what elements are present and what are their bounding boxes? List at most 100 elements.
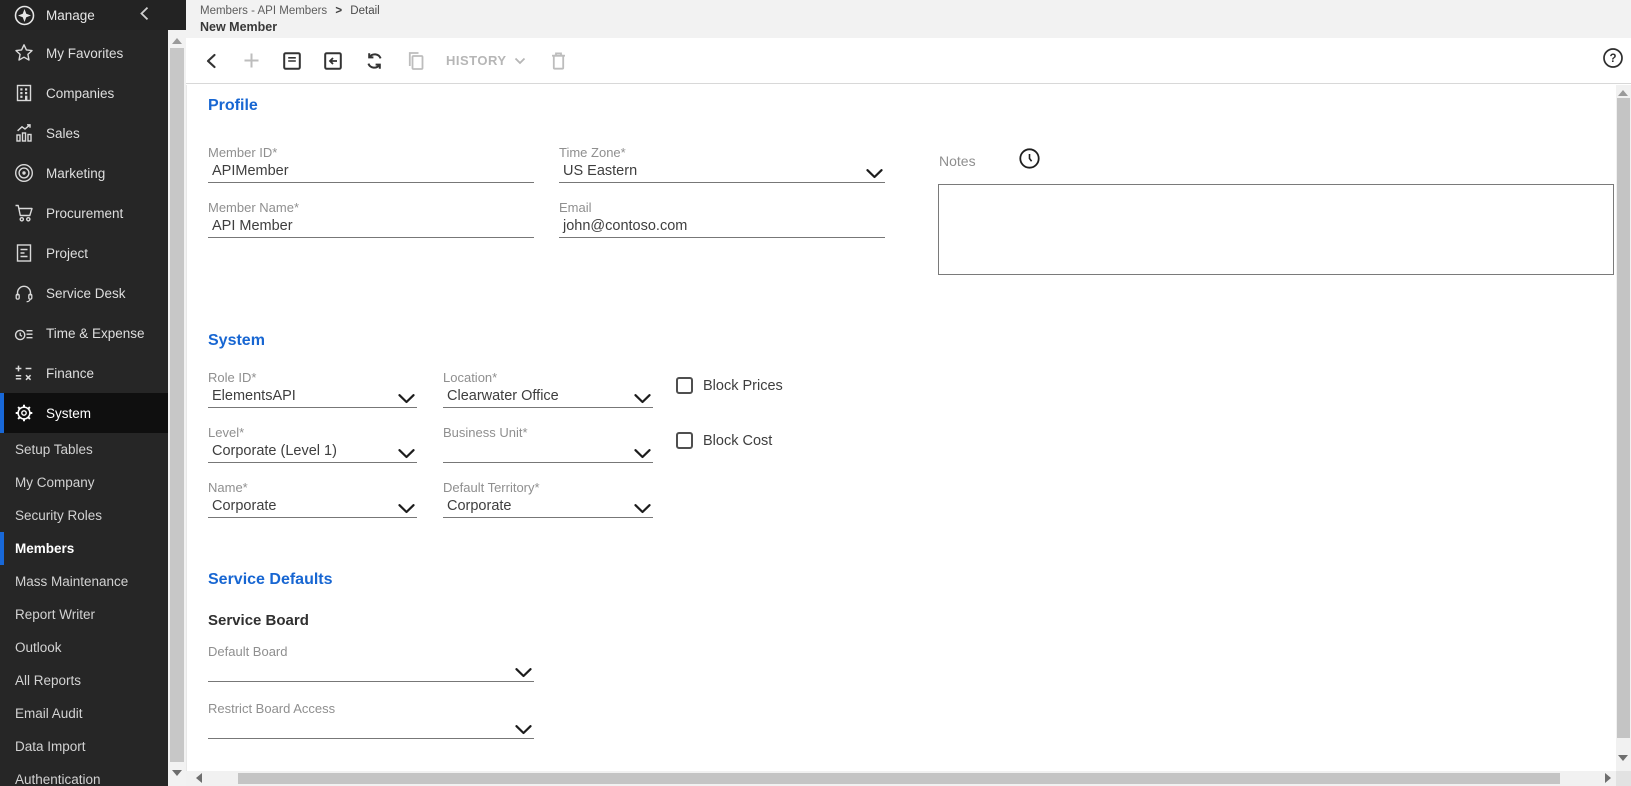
sidebar-item-sales[interactable]: Sales [0,113,168,153]
sidebar: Manage My Favorites Companies [0,0,186,786]
breadcrumb-trail-link[interactable]: Members - API Members [200,5,327,17]
sidebar-subitem-my-company[interactable]: My Company [0,466,168,499]
role-id-dropdown[interactable]: ElementsAPI [208,388,417,408]
sidebar-item-label: Project [46,246,88,261]
sidebar-scrollbar-thumb[interactable] [170,48,184,762]
business-unit-dropdown[interactable] [443,443,653,463]
add-button[interactable] [242,50,261,71]
name-field: Name* Corporate [208,480,417,518]
service-board-subheading: Service Board [208,612,309,629]
scroll-down-icon[interactable] [1618,755,1628,761]
refresh-icon [364,51,385,71]
default-board-dropdown[interactable] [208,662,534,682]
default-territory-dropdown[interactable]: Corporate [443,498,653,518]
sidebar-subitem-outlook[interactable]: Outlook [0,631,168,664]
service-defaults-section-heading: Service Defaults [208,571,333,589]
sidebar-item-my-favorites[interactable]: My Favorites [0,33,168,73]
sidebar-subitem-report-writer[interactable]: Report Writer [0,598,168,631]
svg-text:?: ? [1609,53,1616,65]
member-name-input[interactable]: API Member [208,218,534,238]
back-button[interactable] [203,50,221,71]
sidebar-item-system[interactable]: System [0,393,168,433]
notes-header: Notes [939,147,1041,175]
sidebar-scroll-down-icon[interactable] [172,770,182,776]
copy-icon [406,51,425,71]
sidebar-item-label: My Favorites [46,46,123,61]
toolbar: HISTORY ? [186,38,1631,84]
sidebar-item-marketing[interactable]: Marketing [0,153,168,193]
name-value: Corporate [212,498,276,514]
restrict-board-access-dropdown[interactable] [208,719,534,739]
cart-icon [13,202,35,224]
sidebar-subitem-label: All Reports [15,673,81,688]
default-territory-value: Corporate [447,498,511,514]
notes-label: Notes [939,153,976,169]
member-name-label: Member Name* [208,200,534,218]
sidebar-scrollbar[interactable] [168,30,186,786]
horizontal-scrollbar-thumb[interactable] [238,773,1560,784]
sidebar-subitem-email-audit[interactable]: Email Audit [0,697,168,730]
sidebar-header[interactable]: Manage [0,0,186,30]
member-name-value: API Member [212,218,293,234]
save-icon [282,51,302,71]
block-cost-checkbox[interactable]: Block Cost [676,432,772,449]
top-bar: Members - API Members > Detail New Membe… [186,0,1631,84]
member-id-value: APIMember [212,163,289,179]
checkbox-unchecked-icon [676,377,693,394]
level-dropdown[interactable]: Corporate (Level 1) [208,443,417,463]
sidebar-scroll-up-icon[interactable] [172,38,182,44]
sidebar-subitem-setup-tables[interactable]: Setup Tables [0,433,168,466]
headset-icon [13,282,35,304]
scroll-right-icon[interactable] [1605,773,1611,783]
scroll-left-icon[interactable] [196,773,202,783]
horizontal-scrollbar[interactable] [186,771,1631,786]
save-button[interactable] [282,50,302,71]
breadcrumb: Members - API Members > Detail [200,5,1631,17]
sidebar-subitem-security-roles[interactable]: Security Roles [0,499,168,532]
chevron-down-icon [398,449,415,459]
sidebar-subitem-label: Security Roles [15,508,102,523]
chevron-down-icon [398,394,415,404]
email-input[interactable]: john@contoso.com [559,218,885,238]
time-zone-dropdown[interactable]: US Eastern [559,163,885,183]
history-button[interactable]: HISTORY [446,53,526,68]
sidebar-subitem-members[interactable]: Members [0,532,168,565]
sidebar-subitem-all-reports[interactable]: All Reports [0,664,168,697]
level-label: Level* [208,425,417,443]
collapse-sidebar-icon[interactable] [139,6,150,26]
sidebar-subitem-data-import[interactable]: Data Import [0,730,168,763]
refresh-button[interactable] [364,50,385,71]
notes-history-button[interactable] [1018,147,1041,175]
sidebar-item-time-expense[interactable]: Time & Expense [0,313,168,353]
sidebar-item-procurement[interactable]: Procurement [0,193,168,233]
sidebar-subitem-mass-maintenance[interactable]: Mass Maintenance [0,565,168,598]
compass-logo-icon [13,4,36,27]
location-field: Location* Clearwater Office [443,370,653,408]
gear-icon [13,402,35,424]
member-id-input[interactable]: APIMember [208,163,534,183]
sidebar-subitem-authentication[interactable]: Authentication [0,763,168,786]
help-button[interactable]: ? [1602,47,1624,74]
sidebar-item-companies[interactable]: Companies [0,73,168,113]
chevron-down-icon [398,504,415,514]
sidebar-item-project[interactable]: Project [0,233,168,273]
location-dropdown[interactable]: Clearwater Office [443,388,653,408]
plus-icon [242,51,261,70]
block-prices-checkbox[interactable]: Block Prices [676,377,783,394]
sidebar-item-label: Sales [46,126,80,141]
delete-button[interactable] [550,50,567,71]
sidebar-item-service-desk[interactable]: Service Desk [0,273,168,313]
scroll-up-icon[interactable] [1618,90,1628,96]
save-and-close-button[interactable] [323,50,343,71]
level-field: Level* Corporate (Level 1) [208,425,417,463]
copy-button[interactable] [406,50,425,71]
time-zone-label: Time Zone* [559,145,885,163]
vertical-scrollbar[interactable] [1616,85,1631,771]
name-dropdown[interactable]: Corporate [208,498,417,518]
vertical-scrollbar-thumb[interactable] [1617,98,1630,738]
notes-textarea[interactable] [938,184,1614,275]
save-close-icon [323,51,343,71]
sidebar-item-finance[interactable]: Finance [0,353,168,393]
time-zone-value: US Eastern [563,163,637,179]
role-id-label: Role ID* [208,370,417,388]
